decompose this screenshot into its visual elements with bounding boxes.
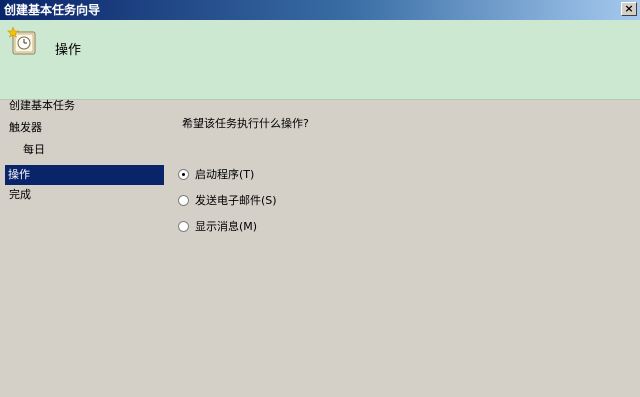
close-icon: × — [624, 2, 634, 15]
radio-start-program[interactable]: 启动程序(T) — [178, 166, 254, 184]
radio-dot[interactable] — [178, 220, 189, 232]
nav-step-action[interactable]: 操作 — [5, 165, 164, 185]
title-bar: 创建基本任务向导 × — [0, 0, 640, 20]
radio-label-start-program: 启动程序(T) — [195, 168, 255, 181]
wizard-steps-nav: 创建基本任务 触发器 每日 操作 完成 — [0, 99, 168, 397]
radio-dot-checked[interactable] — [178, 168, 189, 180]
page-title: 操作 — [55, 43, 82, 58]
nav-step-create-basic-task[interactable]: 创建基本任务 — [6, 96, 164, 116]
nav-step-daily[interactable]: 每日 — [20, 140, 164, 160]
window-title: 创建基本任务向导 — [4, 3, 101, 17]
radio-label-send-email: 发送电子邮件(S) — [195, 194, 277, 207]
question-label: 希望该任务执行什么操作? — [182, 117, 309, 130]
nav-step-trigger[interactable]: 触发器 — [6, 118, 164, 138]
scheduled-task-clock-icon — [7, 26, 36, 55]
radio-label-show-message: 显示消息(M) — [195, 220, 258, 233]
nav-step-finish[interactable]: 完成 — [6, 185, 164, 205]
radio-dot[interactable] — [178, 194, 189, 206]
close-button[interactable]: × — [621, 2, 637, 16]
wizard-header: 操作 — [0, 20, 640, 100]
radio-show-message[interactable]: 显示消息(M) — [178, 218, 257, 236]
radio-send-email[interactable]: 发送电子邮件(S) — [178, 192, 277, 210]
